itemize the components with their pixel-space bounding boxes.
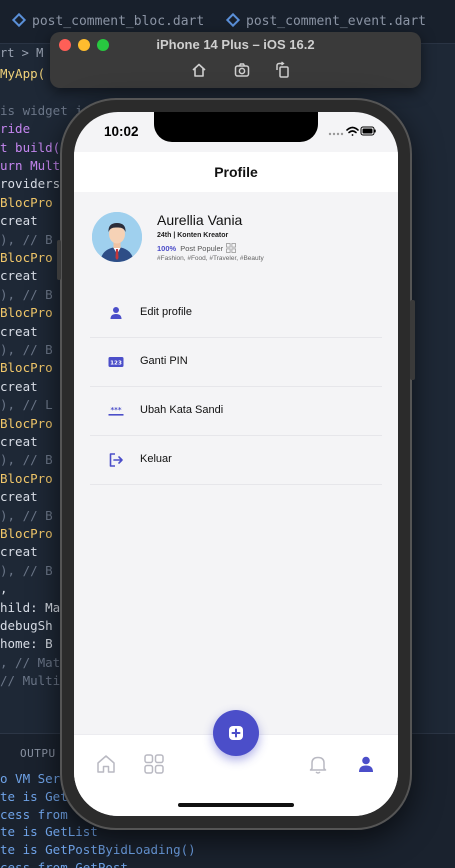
code-line: ), // L <box>0 397 53 413</box>
dart-file-icon <box>225 12 241 28</box>
pin-123-icon: 123 <box>108 354 124 370</box>
output-line: cess from <box>0 806 68 822</box>
code-line: ride <box>0 121 31 137</box>
code-line: hild: Ma <box>0 599 61 615</box>
password-icon: *** <box>108 403 124 419</box>
svg-text:***: *** <box>111 406 122 414</box>
code-line: BlocPro <box>0 250 53 265</box>
menu-item-edit-profile[interactable]: Edit profile <box>90 289 382 338</box>
rotate-icon <box>276 61 289 78</box>
code-line: creat <box>0 268 38 284</box>
phone-screen: 10:02 Profile Aurellia Vania 24th | Kont… <box>74 112 398 816</box>
home-icon <box>97 755 115 773</box>
page-title: Profile <box>214 164 258 180</box>
code-line: creat <box>0 378 38 394</box>
popularity-percent: 100% <box>157 244 177 253</box>
nav-grid-button[interactable] <box>143 753 165 775</box>
grid-small-icon <box>226 243 237 253</box>
code-line: creat <box>0 323 38 339</box>
add-icon <box>229 726 243 740</box>
sim-home-button[interactable] <box>190 61 208 79</box>
code-line: , // Mat <box>0 654 61 670</box>
code-line: ), // B <box>0 507 53 523</box>
person-icon <box>108 305 124 321</box>
status-time: 10:02 <box>104 124 139 139</box>
logout-icon <box>108 452 124 468</box>
code-line: BlocPro <box>0 360 53 376</box>
code-line: roviders <box>0 176 61 192</box>
code-line: BlocPro <box>0 470 53 486</box>
user-tags: #Fashion, #Food, #Traveler, #Beauty <box>157 255 264 262</box>
menu-item-label: Ubah Kata Sandi <box>140 404 224 416</box>
code-line: ), // B <box>0 452 53 468</box>
profile-icon <box>359 756 373 772</box>
code-line: ), // B <box>0 286 53 302</box>
nav-profile-button[interactable] <box>355 753 377 775</box>
phone-side-button <box>57 240 61 280</box>
output-line: o VM Serv <box>0 771 68 786</box>
menu-item-label: Keluar <box>140 453 172 465</box>
popularity-label: Post Populer <box>180 244 224 253</box>
menu-item-label: Ganti PIN <box>140 355 188 367</box>
code-line: ), // B <box>0 231 53 247</box>
output-line: te is GetList <box>0 824 98 840</box>
notch <box>154 112 318 142</box>
code-line: t build( <box>0 139 61 155</box>
code-line: BlocPro <box>0 305 53 321</box>
menu-item-logout[interactable]: Keluar <box>90 436 382 485</box>
popularity-row: 100% Post Populer <box>157 243 237 254</box>
output-line: te is Get <box>0 788 68 804</box>
home-icon <box>192 63 206 77</box>
code-line: // Multi <box>0 673 61 689</box>
menu-item-label: Edit profile <box>140 306 192 318</box>
output-line: cess from GetPost <box>0 860 128 868</box>
user-avatar-icon <box>92 212 142 262</box>
code-line: BlocPro <box>0 415 53 431</box>
menu-item-change-password[interactable]: *** Ubah Kata Sandi <box>90 387 382 436</box>
avatar[interactable] <box>92 212 142 262</box>
grid-icon <box>144 754 164 774</box>
wifi-icon <box>346 126 359 136</box>
simulator-title: iPhone 14 Plus – iOS 16.2 <box>156 37 315 52</box>
output-tab[interactable]: OUTPU <box>20 747 56 760</box>
svg-text:123: 123 <box>110 361 122 367</box>
sim-rotate-button[interactable] <box>274 61 292 79</box>
editor-tab-label: post_comment_bloc.dart <box>32 14 205 29</box>
code-line: ), // B <box>0 342 53 357</box>
code-line: creat <box>0 489 38 505</box>
simulator-window-bar: iPhone 14 Plus – iOS 16.2 <box>50 32 421 88</box>
editor-tab-label: post_comment_event.dart <box>246 14 427 29</box>
code-line: MyApp( <box>0 66 46 81</box>
dart-file-icon <box>11 12 27 28</box>
home-indicator <box>178 803 294 807</box>
app-bar: Profile <box>74 152 398 192</box>
battery-icon <box>360 126 376 136</box>
screenshot-icon <box>234 63 250 77</box>
sim-screenshot-button[interactable] <box>233 61 251 79</box>
output-line: te is GetPostByidLoading() <box>0 842 196 858</box>
status-icons <box>328 125 376 137</box>
code-line: ), // B <box>0 562 53 578</box>
phone-side-button <box>410 300 415 380</box>
add-post-button[interactable] <box>213 710 259 756</box>
signal-icon <box>328 132 344 136</box>
code-line: BlocPro <box>0 526 53 541</box>
code-line: urn Multi <box>0 158 68 173</box>
code-line: creat <box>0 434 38 449</box>
code-line: creat <box>0 544 38 560</box>
profile-header: Aurellia Vania 24th | Konten Kreator 100… <box>74 192 398 287</box>
code-line: debugSh <box>0 618 53 633</box>
code-line: BlocPro <box>0 194 53 210</box>
code-line: creat <box>0 213 38 229</box>
breadcrumb: rt > M <box>0 46 44 60</box>
bell-icon <box>309 756 327 774</box>
nav-home-button[interactable] <box>95 753 117 775</box>
menu-item-change-pin[interactable]: 123 Ganti PIN <box>90 338 382 387</box>
user-name: Aurellia Vania <box>157 212 243 228</box>
user-meta: 24th | Konten Kreator <box>157 232 229 239</box>
nav-notifications-button[interactable] <box>307 753 329 775</box>
code-line: home: B <box>0 636 53 652</box>
code-line: , <box>0 581 8 597</box>
